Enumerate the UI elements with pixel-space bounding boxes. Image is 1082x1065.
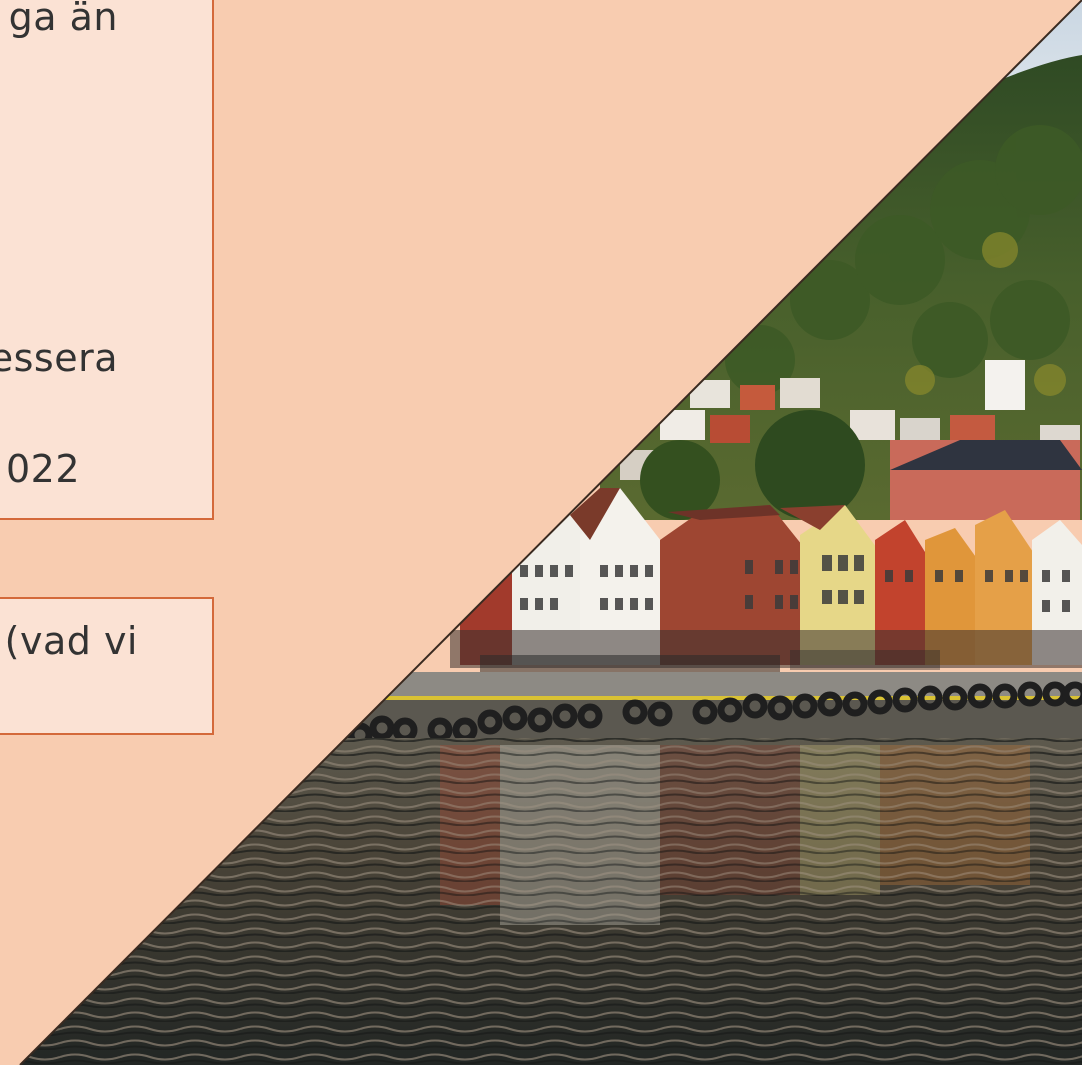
text-box-top: ga än essera 022 [0,0,214,520]
text-line-2: essera [0,336,118,380]
text-box-bottom: (vad vi [0,597,214,735]
slide: ga än essera 022 (vad vi [0,0,1082,1065]
text-line-1: ga än [8,0,118,39]
text-line-3: 022 [5,447,80,491]
text-line-4: (vad vi [4,619,138,663]
